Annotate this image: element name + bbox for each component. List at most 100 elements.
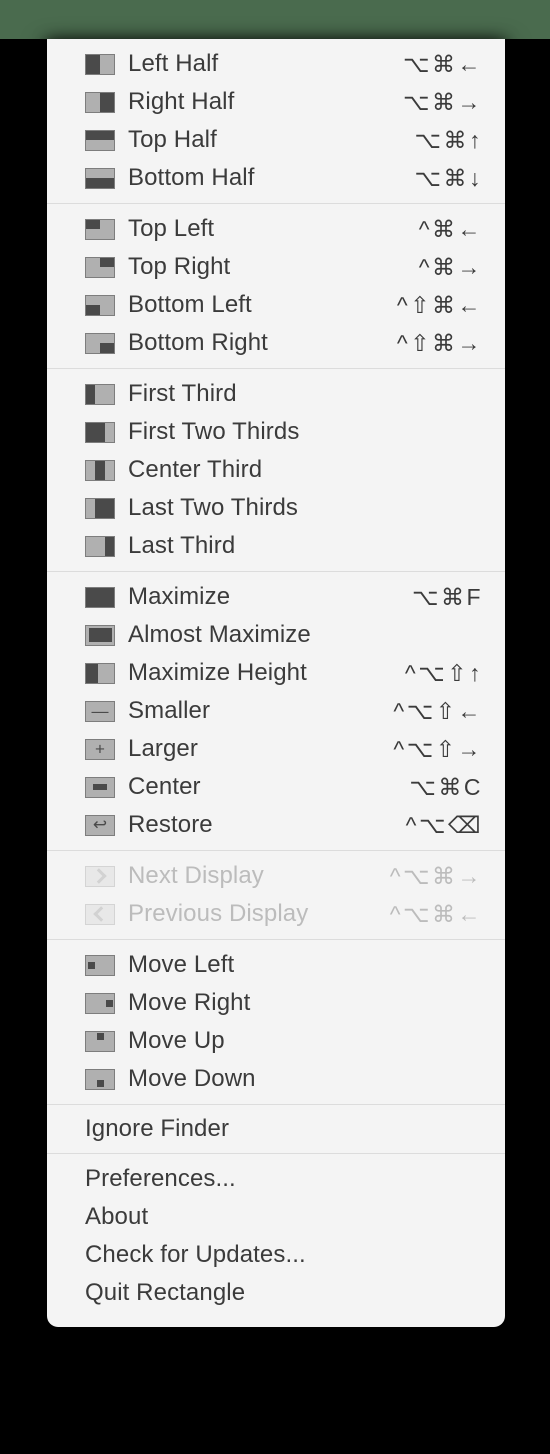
icon-fill xyxy=(100,343,114,353)
third-last-two-icon xyxy=(85,497,115,519)
menu-item-first-third[interactable]: First Third xyxy=(47,375,505,413)
menu-item-label: Smaller xyxy=(128,697,211,724)
menu-item-label: Move Down xyxy=(128,1065,256,1092)
menu-item-label: Last Two Thirds xyxy=(128,494,299,521)
plus-glyph: + xyxy=(95,739,105,759)
menu-item-center-third[interactable]: Center Third xyxy=(47,451,505,489)
menu-item-next-display: Next Display ^⌥⌘→ xyxy=(47,857,505,895)
third-first-icon xyxy=(85,383,115,405)
menu-item-first-two-thirds[interactable]: First Two Thirds xyxy=(47,413,505,451)
menu-item-about[interactable]: About xyxy=(47,1198,505,1236)
menu-item-maximize[interactable]: Maximize ⌥⌘F xyxy=(47,578,505,616)
icon-fill xyxy=(104,536,114,556)
menu-item-label: Move Up xyxy=(128,1027,225,1054)
half-right-icon xyxy=(85,91,115,113)
menu-item-top-half[interactable]: Top Half ⌥⌘↑ xyxy=(47,121,505,159)
menu-item-label: About xyxy=(85,1203,149,1230)
quad-bottom-left-icon xyxy=(85,294,115,316)
menu-item-check-for-updates[interactable]: Check for Updates... xyxy=(47,1236,505,1274)
menu-item-label: Top Right xyxy=(128,253,231,280)
menu-group-ignore: Ignore Finder xyxy=(47,1104,505,1153)
menu-item-bottom-right[interactable]: Bottom Right ^⇧⌘→ xyxy=(47,324,505,362)
menu-item-top-left[interactable]: Top Left ^⌘← xyxy=(47,210,505,248)
menu-item-label: Previous Display xyxy=(128,900,309,927)
menu-item-restore[interactable]: ↩ Restore ^⌥⌫ xyxy=(47,806,505,844)
menu-item-label: Move Left xyxy=(128,951,235,978)
menu-item-preferences[interactable]: Preferences... xyxy=(47,1160,505,1198)
menu-item-label: Restore xyxy=(128,811,213,838)
menu-item-quit-rectangle[interactable]: Quit Rectangle xyxy=(47,1274,505,1312)
menu-item-almost-maximize[interactable]: Almost Maximize xyxy=(47,616,505,654)
menu-item-right-half[interactable]: Right Half ⌥⌘→ xyxy=(47,83,505,121)
menu-item-smaller[interactable]: — Smaller ^⌥⇧← xyxy=(47,692,505,730)
menu-item-shortcut: ^⌥⇧→ xyxy=(393,735,483,762)
previous-display-icon xyxy=(85,903,115,925)
menu-item-label: Quit Rectangle xyxy=(85,1279,246,1306)
menu-item-move-left[interactable]: Move Left xyxy=(47,946,505,984)
menu-group-sizing: Maximize ⌥⌘F Almost Maximize Maximize Heigh… xyxy=(47,571,505,850)
menu-item-previous-display: Previous Display ^⌥⌘← xyxy=(47,895,505,933)
move-right-icon xyxy=(85,992,115,1014)
menu-item-move-down[interactable]: Move Down xyxy=(47,1060,505,1098)
menu-item-shortcut: ^⌥⌘← xyxy=(389,900,483,927)
menu-item-label: Bottom Half xyxy=(128,164,255,191)
menu-item-move-up[interactable]: Move Up xyxy=(47,1022,505,1060)
menu-item-shortcut: ^⌘← xyxy=(418,215,483,242)
chevron-left-icon xyxy=(93,906,109,922)
menu-item-label: Maximize xyxy=(128,583,231,610)
third-last-icon xyxy=(85,535,115,557)
rectangle-status-menu: Left Half ⌥⌘← Right Half ⌥⌘→ Top Half ⌥⌘↑ Bott… xyxy=(47,39,505,1327)
menu-item-center[interactable]: Center ⌥⌘C xyxy=(47,768,505,806)
menu-item-last-two-thirds[interactable]: Last Two Thirds xyxy=(47,489,505,527)
icon-fill xyxy=(96,1080,104,1087)
menu-item-shortcut: ^⇧⌘→ xyxy=(396,329,483,356)
minus-glyph: — xyxy=(91,701,109,721)
menu-group-app: Preferences... About Check for Updates... Q… xyxy=(47,1153,505,1318)
smaller-icon: — xyxy=(85,700,115,722)
menu-group-displays: Next Display ^⌥⌘→ Previous Display ^⌥⌘← xyxy=(47,850,505,939)
icon-fill xyxy=(86,178,114,188)
menu-item-shortcut: ^⌥⌘→ xyxy=(389,862,483,889)
icon-fill xyxy=(100,257,114,267)
menu-item-move-right[interactable]: Move Right xyxy=(47,984,505,1022)
icon-fill xyxy=(86,663,98,683)
menu-item-label: Bottom Left xyxy=(128,291,252,318)
icon-fill xyxy=(86,305,100,315)
menu-item-label: Ignore Finder xyxy=(85,1115,230,1142)
third-center-icon xyxy=(85,459,115,481)
center-icon xyxy=(85,776,115,798)
menu-item-shortcut: ⌥⌘F xyxy=(411,583,483,610)
menu-item-left-half[interactable]: Left Half ⌥⌘← xyxy=(47,45,505,83)
menu-item-shortcut: ^⌥⌫ xyxy=(405,811,483,838)
move-up-icon xyxy=(85,1030,115,1052)
desktop-wallpaper-band xyxy=(0,0,550,39)
icon-fill xyxy=(86,587,114,607)
menu-group-halves: Left Half ⌥⌘← Right Half ⌥⌘→ Top Half ⌥⌘↑ Bott… xyxy=(47,39,505,203)
menu-item-label: Right Half xyxy=(128,88,235,115)
icon-fill xyxy=(86,384,96,404)
menu-item-label: Left Half xyxy=(128,50,219,77)
menu-item-shortcut: ^⌘→ xyxy=(418,253,483,280)
maximize-height-icon xyxy=(85,662,115,684)
menu-item-label: Top Left xyxy=(128,215,215,242)
icon-fill xyxy=(105,999,113,1007)
menu-item-top-right[interactable]: Top Right ^⌘→ xyxy=(47,248,505,286)
half-bottom-icon xyxy=(85,167,115,189)
menu-item-bottom-half[interactable]: Bottom Half ⌥⌘↓ xyxy=(47,159,505,197)
menu-item-bottom-left[interactable]: Bottom Left ^⇧⌘← xyxy=(47,286,505,324)
chevron-right-icon xyxy=(91,868,107,884)
menu-item-label: Almost Maximize xyxy=(128,621,311,648)
menu-item-last-third[interactable]: Last Third xyxy=(47,527,505,565)
icon-fill xyxy=(86,219,100,229)
icon-fill xyxy=(86,130,114,140)
menu-item-label: Move Right xyxy=(128,989,251,1016)
move-down-icon xyxy=(85,1068,115,1090)
menu-item-label: Check for Updates... xyxy=(85,1241,306,1268)
menu-item-larger[interactable]: + Larger ^⌥⇧→ xyxy=(47,730,505,768)
menu-item-ignore-finder[interactable]: Ignore Finder xyxy=(47,1110,505,1148)
menu-item-shortcut: ⌥⌘← xyxy=(402,50,483,77)
menu-item-label: Center xyxy=(128,773,201,800)
menu-item-label: Last Third xyxy=(128,532,236,559)
menu-item-maximize-height[interactable]: Maximize Height ^⌥⇧↑ xyxy=(47,654,505,692)
restore-icon: ↩ xyxy=(85,814,115,836)
